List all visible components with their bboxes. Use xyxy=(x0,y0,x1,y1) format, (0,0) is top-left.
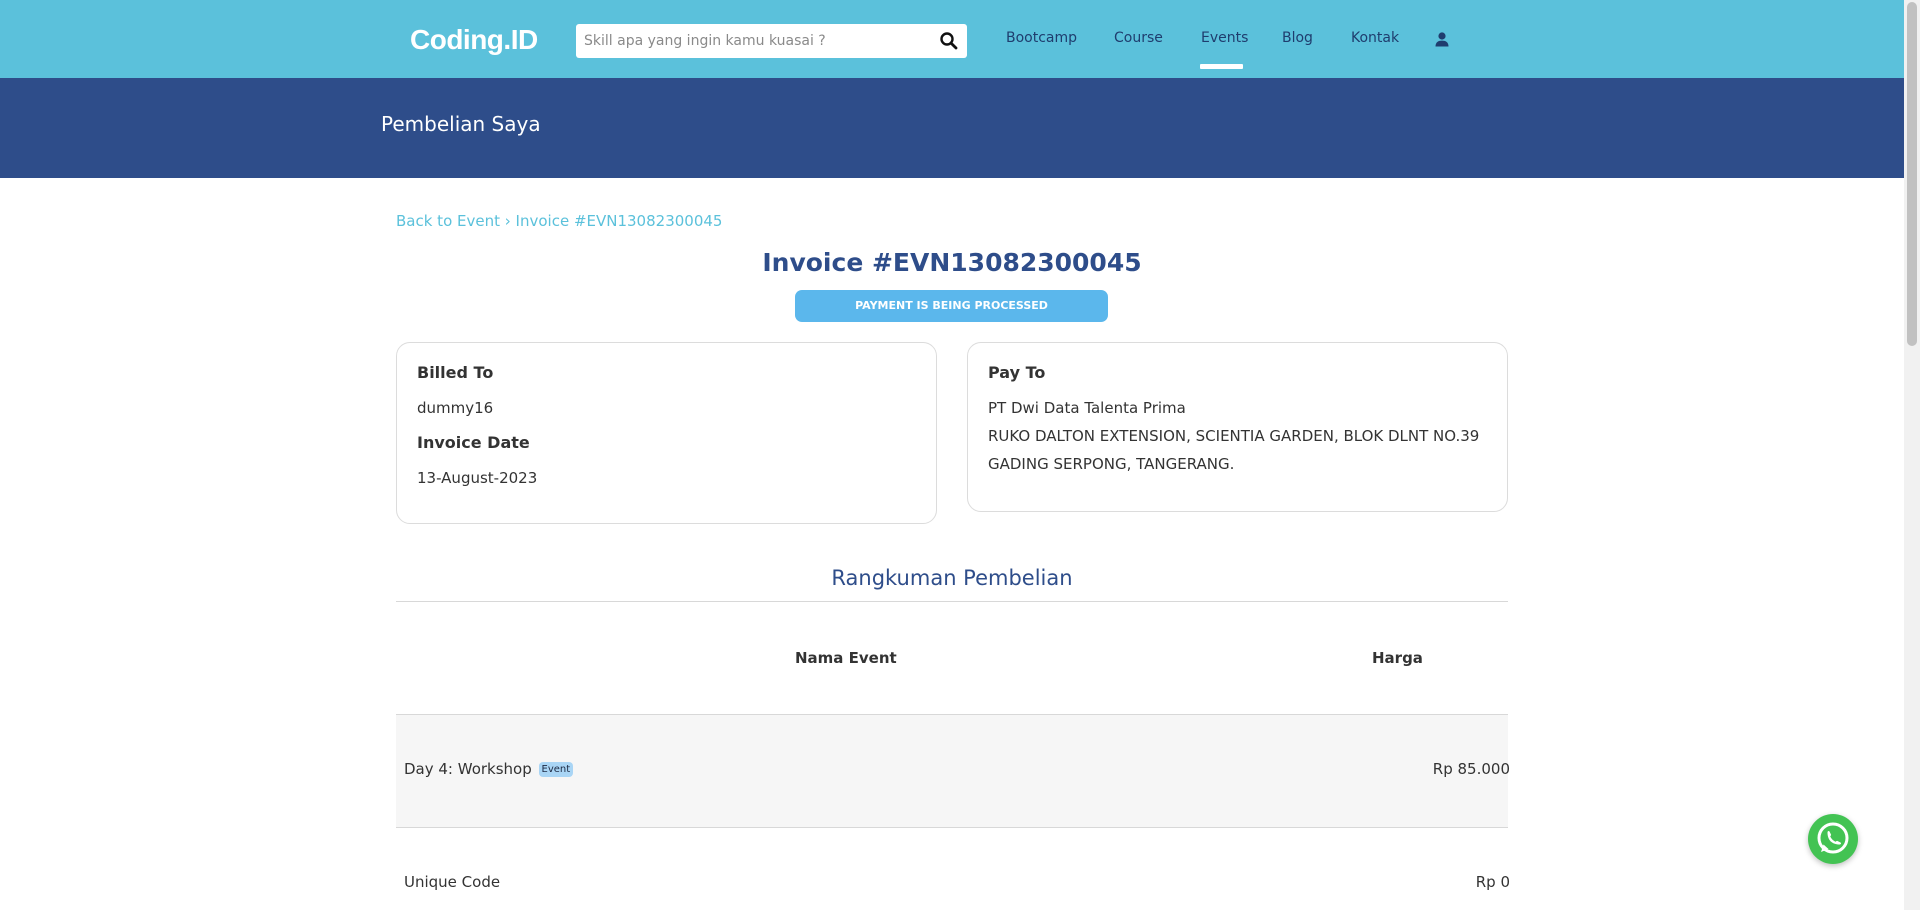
nav-kontak[interactable]: Kontak xyxy=(1351,30,1399,46)
search-input[interactable] xyxy=(576,24,926,58)
scrollbar-thumb[interactable] xyxy=(1907,2,1917,346)
breadcrumb-current[interactable]: Invoice #EVN13082300045 xyxy=(516,212,723,230)
active-nav-indicator xyxy=(1200,64,1243,69)
invoice-date-value: 13-August-2023 xyxy=(417,469,538,487)
search-box xyxy=(576,24,967,58)
billed-to-card: Billed To dummy16 Invoice Date 13-August… xyxy=(396,342,937,524)
pay-to-address-line2: GADING SERPONG, TANGERANG. xyxy=(988,455,1235,473)
billed-to-value: dummy16 xyxy=(417,399,494,417)
nav-course[interactable]: Course xyxy=(1114,30,1163,46)
pay-to-card: Pay To PT Dwi Data Talenta Prima RUKO DA… xyxy=(967,342,1508,512)
pay-to-company: PT Dwi Data Talenta Prima xyxy=(988,399,1186,417)
user-icon[interactable] xyxy=(1434,31,1450,47)
unique-code-value: Rp 0 xyxy=(1475,873,1510,891)
whatsapp-icon xyxy=(1817,822,1849,854)
item-price: Rp 85.000 xyxy=(1432,760,1510,778)
event-badge: Event xyxy=(538,762,574,777)
breadcrumb-back-link[interactable]: Back to Event xyxy=(396,212,500,230)
item-name-cell: Day 4: Workshop Event xyxy=(404,760,574,778)
breadcrumb: Back to Event › Invoice #EVN13082300045 xyxy=(396,212,722,230)
divider xyxy=(396,601,1508,602)
nav-events[interactable]: Events xyxy=(1201,30,1248,46)
page-title: Pembelian Saya xyxy=(381,112,541,136)
top-navbar: Coding.ID Bootcamp Course Events Blog Ko… xyxy=(0,0,1904,78)
column-header-name: Nama Event xyxy=(795,649,897,667)
unique-code-label: Unique Code xyxy=(404,873,501,891)
invoice-title: Invoice #EVN13082300045 xyxy=(762,248,1142,277)
nav-bootcamp[interactable]: Bootcamp xyxy=(1006,30,1077,46)
breadcrumb-separator: › xyxy=(504,212,511,230)
scrollbar[interactable] xyxy=(1904,0,1920,910)
column-header-price: Harga xyxy=(1372,649,1423,667)
divider xyxy=(396,827,1508,828)
logo[interactable]: Coding.ID xyxy=(410,24,538,56)
status-badge: PAYMENT IS BEING PROCESSED xyxy=(795,290,1108,322)
pay-to-address-line1: RUKO DALTON EXTENSION, SCIENTIA GARDEN, … xyxy=(988,427,1480,445)
billed-to-label: Billed To xyxy=(417,363,494,382)
search-icon[interactable] xyxy=(939,31,959,51)
summary-title: Rangkuman Pembelian xyxy=(831,566,1073,590)
nav-blog[interactable]: Blog xyxy=(1282,30,1313,46)
whatsapp-button[interactable] xyxy=(1808,814,1858,864)
page-header: Pembelian Saya xyxy=(0,78,1904,178)
pay-to-label: Pay To xyxy=(988,363,1046,382)
invoice-date-label: Invoice Date xyxy=(417,433,530,452)
item-name: Day 4: Workshop xyxy=(404,760,532,778)
